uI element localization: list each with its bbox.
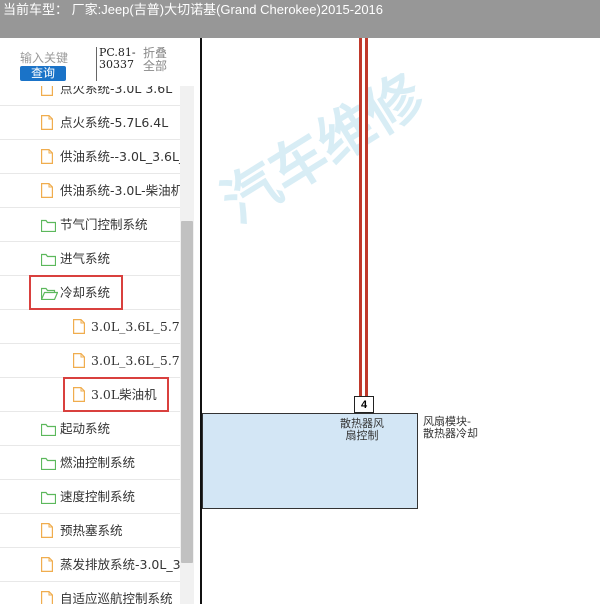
code-display: PC.81- 30337 bbox=[96, 47, 139, 81]
tree-item[interactable]: 蒸发排放系统-3.0L_3 bbox=[0, 548, 180, 582]
tree-item-label: 3.0L_3.6L_5.7L bbox=[91, 319, 180, 334]
file-icon bbox=[41, 557, 53, 576]
tree-item[interactable]: 3.0L_3.6L_5.7L bbox=[0, 310, 180, 344]
title-bar: 当前车型： 厂家:Jeep(吉普)大切诺基(Grand Cherokee)201… bbox=[0, 0, 600, 38]
tree-item[interactable]: 点火系统-3.0L 3.6L bbox=[0, 86, 180, 106]
tree-item-label: 点火系统-5.7L6.4L bbox=[60, 115, 169, 130]
tree-item-label: 节气门控制系统 bbox=[60, 217, 148, 232]
tree-item-label: 预热塞系统 bbox=[60, 523, 123, 538]
folder-icon bbox=[40, 251, 57, 270]
tree-item[interactable]: 3.0L_3.6L_5.7L bbox=[0, 344, 180, 378]
wire-right bbox=[365, 38, 368, 396]
module-label: 散热器风 扇控制 bbox=[340, 417, 384, 442]
tree-item[interactable]: 起动系统 bbox=[0, 412, 180, 446]
tree-item-label: 自适应巡航控制系统 bbox=[60, 591, 173, 604]
file-icon bbox=[41, 149, 53, 168]
vehicle-title: 当前车型： 厂家:Jeep(吉普)大切诺基(Grand Cherokee)201… bbox=[3, 2, 384, 17]
fold-all-button[interactable]: 折叠 全部 bbox=[143, 47, 175, 73]
tree-item[interactable]: 节气门控制系统 bbox=[0, 208, 180, 242]
file-icon bbox=[41, 86, 53, 100]
tree-item-label: 3.0L_3.6L_5.7L bbox=[91, 353, 180, 368]
highlight-box bbox=[29, 275, 123, 310]
tree-item-label: 燃油控制系统 bbox=[60, 455, 136, 470]
tree-item[interactable]: 速度控制系统 bbox=[0, 480, 180, 514]
sidebar: 查询 PC.81- 30337 折叠 全部 点火系统-3.0L 3.6L点火系统… bbox=[0, 38, 200, 604]
tree-item[interactable]: 燃油控制系统 bbox=[0, 446, 180, 480]
tree-item-label: 起动系统 bbox=[60, 421, 111, 436]
tree-item-label: 速度控制系统 bbox=[60, 489, 136, 504]
file-icon bbox=[73, 319, 85, 338]
tree-item[interactable]: 点火系统-5.7L6.4L bbox=[0, 106, 180, 140]
connector-pin: 4 bbox=[354, 396, 374, 413]
folder-icon bbox=[40, 489, 57, 508]
tree-item-label: 蒸发排放系统-3.0L_3 bbox=[60, 557, 180, 572]
file-icon bbox=[41, 115, 53, 134]
tree-item[interactable]: 自适应巡航控制系统 bbox=[0, 582, 180, 604]
folder-icon bbox=[40, 455, 57, 474]
search-input[interactable] bbox=[20, 51, 92, 65]
module-side-label: 风扇模块- 散热器冷却 bbox=[423, 415, 478, 440]
tree-item-label: 点火系统-3.0L 3.6L bbox=[60, 86, 173, 96]
tree-item-label: 供油系统-3.0L-柴油机 bbox=[60, 183, 180, 198]
file-icon bbox=[73, 353, 85, 372]
folder-icon bbox=[40, 421, 57, 440]
search-bar: 查询 PC.81- 30337 折叠 全部 bbox=[0, 38, 200, 86]
query-button[interactable]: 查询 bbox=[20, 66, 66, 81]
file-icon bbox=[41, 183, 53, 202]
tree-item[interactable]: 供油系统-3.0L-柴油机 bbox=[0, 174, 180, 208]
folder-icon bbox=[40, 217, 57, 236]
file-icon bbox=[41, 523, 53, 542]
wiring-diagram: 汽车维修 4 散热器风 扇控制 风扇模块- 散热器冷却 bbox=[202, 38, 600, 604]
highlight-box bbox=[63, 377, 169, 412]
tree-item-label: 供油系统--3.0L_3.6L_ bbox=[60, 149, 180, 164]
tree-item[interactable]: 供油系统--3.0L_3.6L_ bbox=[0, 140, 180, 174]
tree-item-label: 进气系统 bbox=[60, 251, 111, 266]
tree-item[interactable]: 进气系统 bbox=[0, 242, 180, 276]
scrollbar-thumb[interactable] bbox=[181, 221, 193, 563]
tree-item[interactable]: 预热塞系统 bbox=[0, 514, 180, 548]
file-icon bbox=[41, 591, 53, 604]
tree-list: 点火系统-3.0L 3.6L 点火系统-5.7L6.4L 供油系统--3.0L_3.… bbox=[0, 86, 180, 604]
